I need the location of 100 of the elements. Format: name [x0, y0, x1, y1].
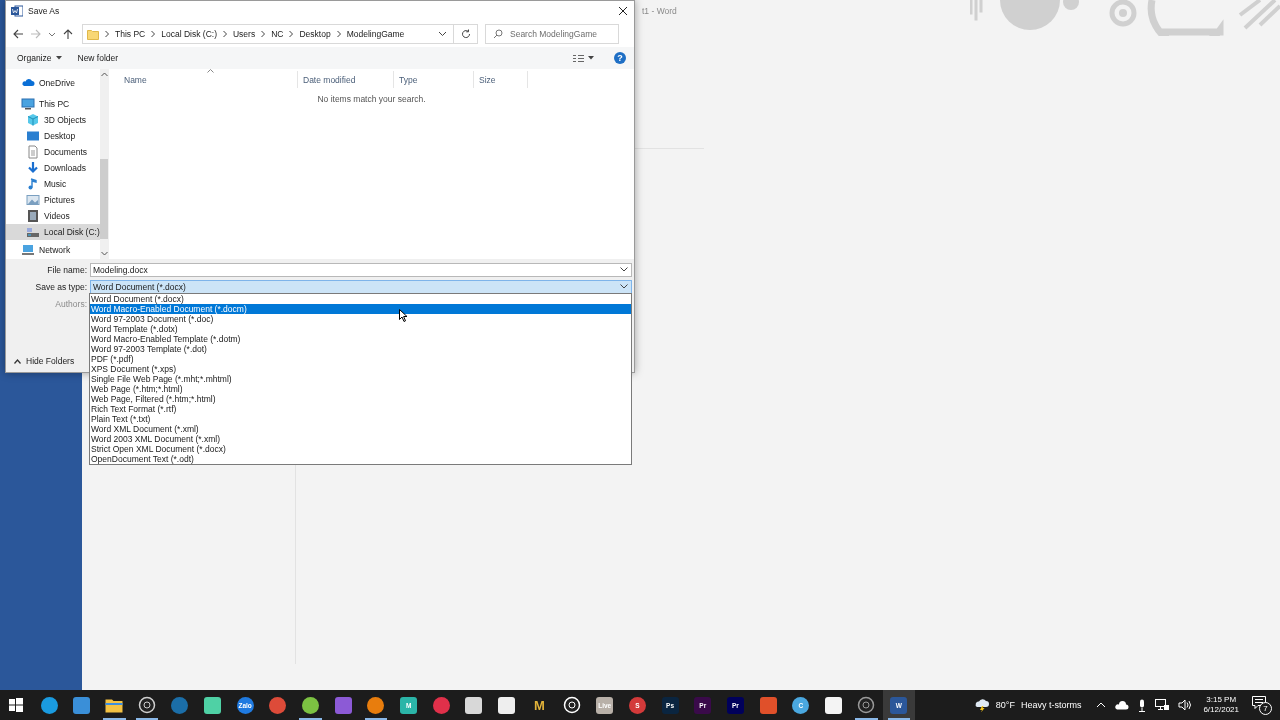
chevron-right-icon	[104, 30, 110, 38]
dialog-title: Save As	[28, 6, 60, 16]
nav-item[interactable]: Documents	[6, 144, 100, 160]
app-icon	[11, 5, 23, 17]
pc-icon	[21, 97, 35, 111]
network-icon[interactable]	[1155, 699, 1170, 711]
file-type-option[interactable]: OpenDocument Text (*.odt)	[90, 454, 631, 464]
empty-message: No items match your search.	[316, 94, 427, 104]
taskbar-app-button[interactable]: M	[523, 690, 556, 720]
field-label: File name:	[46, 264, 88, 275]
hide-folders-button[interactable]: Hide Folders	[6, 354, 83, 368]
mouse-cursor-icon	[399, 309, 408, 322]
field-label: Authors:	[54, 298, 88, 309]
field-label: Save as type:	[34, 281, 88, 292]
nav-item[interactable]: Desktop	[6, 128, 100, 144]
breadcrumb[interactable]: This PC	[115, 29, 146, 39]
file-type-option[interactable]: Plain Text (*.txt)	[90, 414, 631, 424]
window-title: t1 - Word	[642, 6, 677, 16]
scroll-thumb[interactable]	[100, 159, 109, 239]
scrollbar[interactable]	[99, 69, 109, 259]
network-icon	[21, 243, 35, 257]
file-type-option[interactable]: Web Page, Filtered (*.htm;*.html)	[90, 394, 631, 404]
breadcrumb[interactable]: Desktop	[299, 29, 331, 39]
file-type-option[interactable]: Word 2003 XML Document (*.xml)	[90, 434, 631, 444]
column-header[interactable]: Date modified	[298, 71, 394, 88]
nav-item[interactable]: Pictures	[6, 192, 100, 208]
windows-icon	[9, 698, 24, 712]
file-type-option[interactable]: Word XML Document (*.xml)	[90, 424, 631, 434]
refresh-button[interactable]	[454, 24, 478, 44]
notification-button[interactable]: 7	[1252, 695, 1272, 715]
breadcrumb[interactable]: NC	[271, 29, 284, 39]
file-type-option[interactable]: Single File Web Page (*.mht;*.mhtml)	[90, 374, 631, 384]
pictures-icon	[26, 193, 40, 207]
file-type-option[interactable]: XPS Document (*.xps)	[90, 364, 631, 374]
file-type-option[interactable]: Web Page (*.htm;*.html)	[90, 384, 631, 394]
column-header[interactable]: Type	[394, 71, 474, 88]
address-bar[interactable]: This PC Local Disk (C:) Users NC Desktop ModelingGame	[82, 24, 454, 44]
column-header[interactable]: Name	[119, 71, 298, 88]
search-icon	[493, 29, 503, 39]
microphone-icon[interactable]	[1138, 698, 1147, 712]
chevron-right-icon	[288, 30, 295, 38]
chevron-up-icon	[14, 358, 21, 364]
documents-icon	[26, 145, 40, 159]
input-field[interactable]: Modeling.docx	[90, 262, 632, 277]
file-type-option[interactable]: Rich Text Format (*.rtf)	[90, 404, 631, 414]
help-button[interactable]: ?	[614, 52, 626, 64]
chevron-right-icon	[150, 30, 157, 38]
videos-icon	[26, 209, 40, 223]
file-type-option[interactable]: PDF (*.pdf)	[90, 354, 631, 364]
volume-icon[interactable]	[1178, 699, 1193, 711]
notification-icon	[1252, 695, 1266, 709]
nav-item[interactable]: Local Disk (C:)	[6, 224, 100, 240]
nav-item[interactable]: Videos	[6, 208, 100, 224]
chevron-up-icon[interactable]	[1096, 702, 1107, 708]
objects-icon	[26, 113, 40, 127]
organize-button[interactable]: Organize	[13, 51, 66, 65]
nav-item[interactable]: Music	[6, 176, 100, 192]
chevron-right-icon	[221, 30, 228, 38]
chevron-right-icon	[260, 30, 267, 38]
file-type-option[interactable]: Strict Open XML Document (*.docx)	[90, 444, 631, 454]
back-icon[interactable]	[12, 28, 24, 40]
new-folder-button[interactable]: New folder	[73, 51, 123, 65]
close-icon[interactable]	[618, 6, 628, 16]
search-field[interactable]: Search ModelingGame	[485, 24, 619, 44]
nav-item[interactable]: 3D Objects	[6, 112, 100, 128]
music-icon	[26, 177, 40, 191]
nav-item[interactable]: Downloads	[6, 160, 100, 176]
dropdown-field[interactable]: Word Document (*.docx)	[90, 279, 632, 294]
chevron-down-icon	[620, 284, 628, 289]
weather-widget[interactable]: 80°F Heavy t-storms	[973, 698, 1082, 712]
file-type-option[interactable]: Word Macro-Enabled Document (*.docm)	[90, 304, 631, 314]
desktop-icon	[26, 129, 40, 143]
column-header[interactable]: Size	[474, 71, 528, 88]
chevron-right-icon	[335, 30, 342, 38]
file-type-option[interactable]: Word Macro-Enabled Template (*.dotm)	[90, 334, 631, 344]
refresh-icon	[460, 29, 471, 39]
up-icon[interactable]	[62, 28, 74, 40]
nav-item[interactable]: OneDrive	[6, 75, 100, 91]
file-type-option[interactable]: Word 97-2003 Template (*.dot)	[90, 344, 631, 354]
breadcrumb[interactable]: Local Disk (C:)	[161, 29, 217, 39]
breadcrumb[interactable]: ModelingGame	[346, 29, 405, 39]
notification-count: 7	[1259, 701, 1272, 715]
app-logo: M	[532, 696, 546, 714]
clock[interactable]: 3:15 PM 6/12/2021	[1203, 695, 1239, 715]
breadcrumb[interactable]: Users	[232, 29, 256, 39]
chevron-down-icon	[620, 267, 628, 272]
caret-icon	[588, 56, 594, 60]
file-type-option[interactable]: Word 97-2003 Document (*.doc)	[90, 314, 631, 324]
file-type-option[interactable]: Word Template (*.dotx)	[90, 324, 631, 334]
view-icon	[573, 53, 584, 63]
drive-icon	[26, 225, 40, 239]
file-type-option[interactable]: Word Document (*.docx)	[90, 294, 631, 304]
nav-item[interactable]: This PC	[6, 96, 100, 112]
cloud-icon[interactable]	[1115, 700, 1130, 710]
folder-icon	[87, 28, 99, 40]
nav-item[interactable]: Network	[6, 242, 100, 258]
caret-icon	[55, 56, 62, 60]
downloads-icon	[26, 161, 40, 175]
dropdown-icon[interactable]	[438, 30, 447, 38]
storm-cloud-icon	[973, 698, 990, 712]
